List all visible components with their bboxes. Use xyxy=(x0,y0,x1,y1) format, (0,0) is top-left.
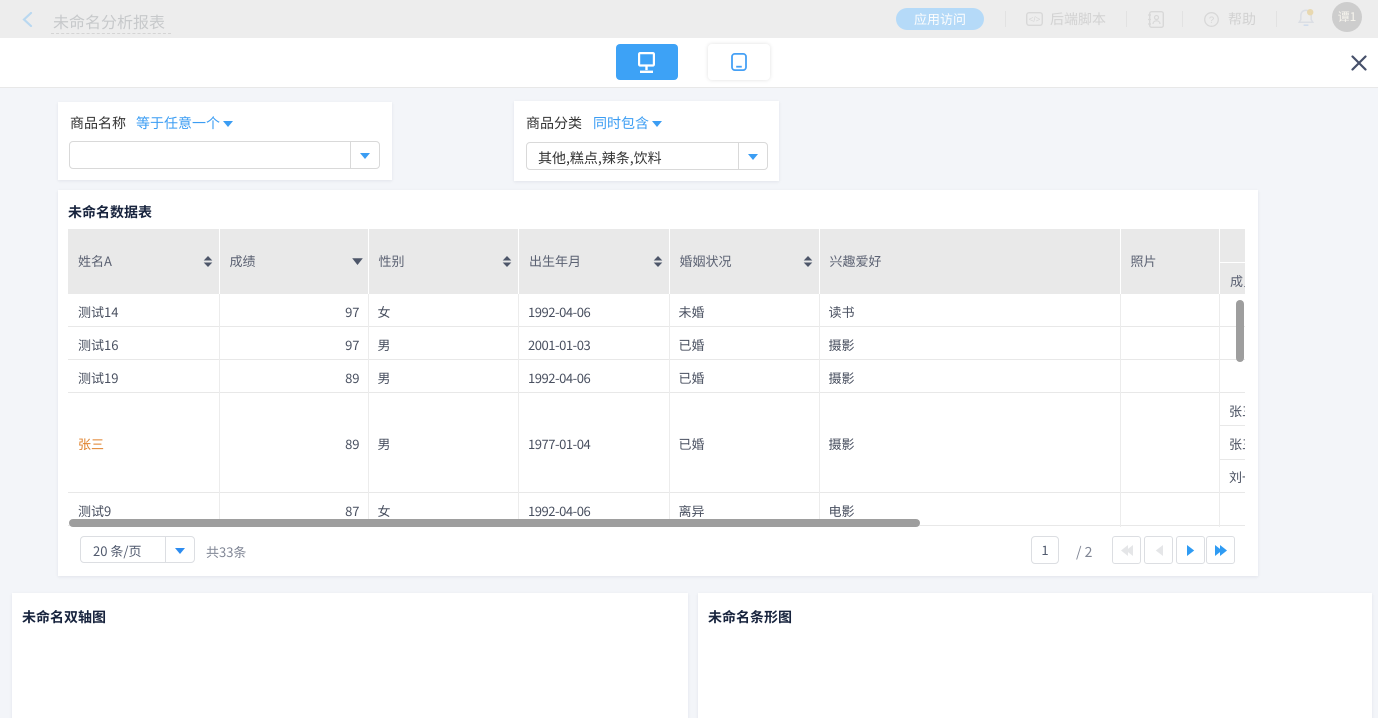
svg-text:</>: </> xyxy=(1029,15,1041,24)
svg-text:?: ? xyxy=(1209,15,1214,26)
